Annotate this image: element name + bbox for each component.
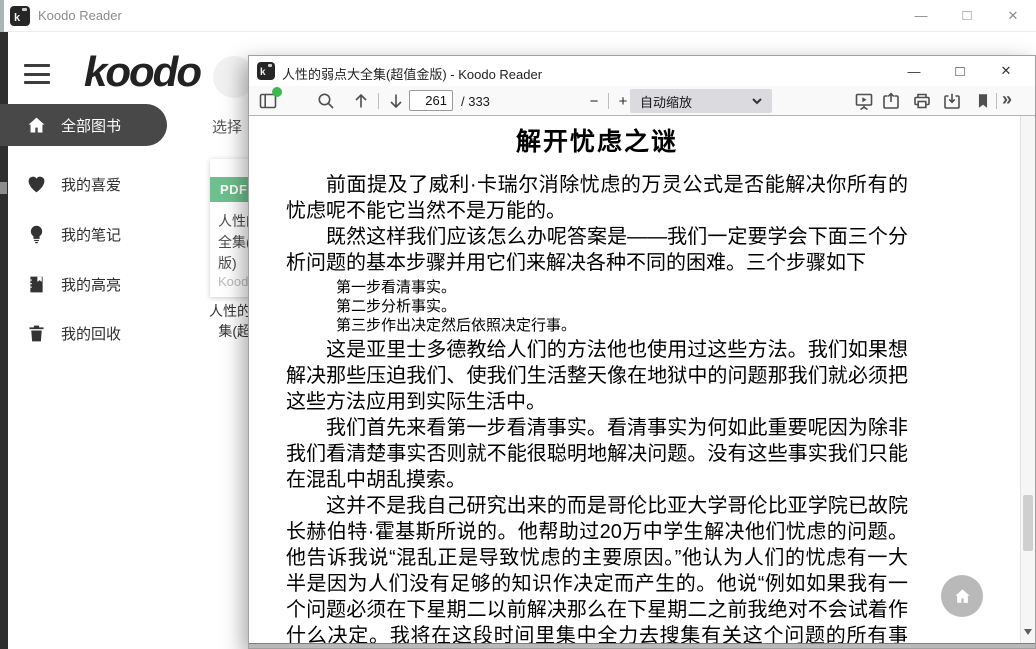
select-button[interactable]: 选择 [212,116,242,137]
page-up-button[interactable] [350,91,372,111]
home-fab-button[interactable] [941,575,983,617]
sidebar-item-all-books[interactable]: 全部图书 [0,104,167,146]
search-icon [316,91,336,111]
home-icon [26,115,47,136]
hamburger-menu-button[interactable] [24,64,50,84]
bookmark-button[interactable] [972,91,994,111]
reader-close-button[interactable]: ✕ [983,56,1029,86]
scrollbar[interactable] [1020,116,1035,643]
sidebar-item-label: 我的高亮 [61,274,121,295]
main-window-controls: — □ ✕ [898,0,1036,31]
background-window-edge [0,0,4,32]
reader-minimize-button[interactable]: — [891,56,937,86]
koodo-app-icon: k [10,6,30,26]
page-count-label: / 333 [461,94,490,109]
main-titlebar: k Koodo Reader — □ ✕ [0,0,1036,32]
scrollbar-thumb[interactable] [1023,495,1033,551]
toolbar-divider [608,93,609,109]
chapter-heading: 解开忧虑之谜 [286,122,908,158]
close-button[interactable]: ✕ [990,0,1036,31]
reader-window-title: 人性的弱点大全集(超值金版) - Koodo Reader [282,64,542,83]
sidebar-item-highlights[interactable]: 我的高亮 [0,263,121,305]
sidebar-item-label: 全部图书 [61,115,121,136]
paragraph: 这是亚里士多德教给人们的方法他也使用过这些方法。我们如果想解决那些压迫我们、使我… [286,337,908,415]
heart-icon [26,174,47,195]
sidebar-item-trash[interactable]: 我的回收 [0,312,121,354]
paragraph: 前面提及了威利·卡瑞尔消除忧虑的万灵公式是否能解决你所有的忧虑呢不能它当然不是万… [286,172,908,224]
step-line: 第二步分析事实。 [336,297,908,316]
reader-app-icon: k [257,62,275,80]
paragraph: 既然这样我们应该怎么办呢答案是——我们一定要学会下面三个分析问题的基本步骤并用它… [286,224,908,276]
step-list: 第一步看清事实。 第二步分析事实。 第三步作出决定然后依照决定行事。 [336,276,908,337]
reader-window: k 人性的弱点大全集(超值金版) - Koodo Reader — □ ✕ / … [248,55,1036,649]
print-button[interactable] [911,91,933,111]
page-up-icon [351,91,371,111]
toolbar-divider [996,93,997,109]
zoom-out-button[interactable]: − [584,93,604,110]
bookmark-icon [974,92,992,110]
lightbulb-icon [26,224,47,245]
download-icon [942,91,962,111]
open-file-icon [881,91,901,111]
sidebar-item-favorites[interactable]: 我的喜爱 [0,163,121,205]
paragraph: 我们首先来看第一步看清事实。看清事实为何如此重要呢因为除非我们看清楚事实否则就不… [286,415,908,493]
page-down-button[interactable] [385,91,407,111]
toolbar-divider [378,93,379,109]
notification-dot [272,87,282,97]
minimize-button[interactable]: — [898,0,944,31]
reader-maximize-button[interactable]: □ [937,56,983,86]
highlight-book-icon [26,274,47,295]
app-icon-notch [268,64,272,67]
page-down-icon [386,91,406,111]
print-icon [912,91,932,111]
sidebar-item-label: 我的回收 [61,323,121,344]
pdf-page-text: 解开忧虑之谜 前面提及了威利·卡瑞尔消除忧虑的万灵公式是否能解决你所有的忧虑呢不… [286,116,908,643]
koodo-logo: koodo [84,48,200,96]
presentation-mode-button[interactable] [853,91,875,111]
open-file-button[interactable] [880,91,902,111]
reader-titlebar: k 人性的弱点大全集(超值金版) - Koodo Reader — □ ✕ [249,56,1035,86]
pdf-page[interactable]: 解开忧虑之谜 前面提及了威利·卡瑞尔消除忧虑的万灵公式是否能解决你所有的忧虑呢不… [249,116,1020,643]
maximize-button[interactable]: □ [944,0,990,31]
presentation-mode-icon [854,91,874,111]
zoom-mode-label: 自动缩放 [640,92,692,111]
page-number-input[interactable] [409,90,453,111]
app-icon-letter: k [14,12,20,24]
chevron-down-icon [752,98,762,105]
download-button[interactable] [941,91,963,111]
reader-window-bottom-edge [249,643,1035,648]
more-tools-button[interactable]: » [1002,89,1012,110]
search-button[interactable] [315,91,337,111]
home-icon [953,587,972,606]
zoom-mode-select[interactable]: 自动缩放 [630,89,772,113]
step-line: 第三步作出决定然后依照决定行事。 [336,316,908,335]
sidebar-item-label: 我的笔记 [61,224,121,245]
pdf-toolbar: / 333 − + 自动缩放 » [249,86,1035,116]
sidebar-item-notes[interactable]: 我的笔记 [0,213,121,255]
main-window-title: Koodo Reader [38,8,122,23]
app-icon-notch [22,8,27,11]
paragraph: 这并不是我自己研究出来的而是哥伦比亚大学哥伦比亚学院已故院长赫伯特·霍基斯所说的… [286,493,908,643]
trash-icon [26,323,47,344]
reader-window-controls: — □ ✕ [891,56,1029,86]
step-line: 第一步看清事实。 [336,278,908,297]
scroll-down-arrow[interactable] [1024,629,1032,635]
sidebar-item-label: 我的喜爱 [61,174,121,195]
app-icon-letter: k [260,67,266,78]
